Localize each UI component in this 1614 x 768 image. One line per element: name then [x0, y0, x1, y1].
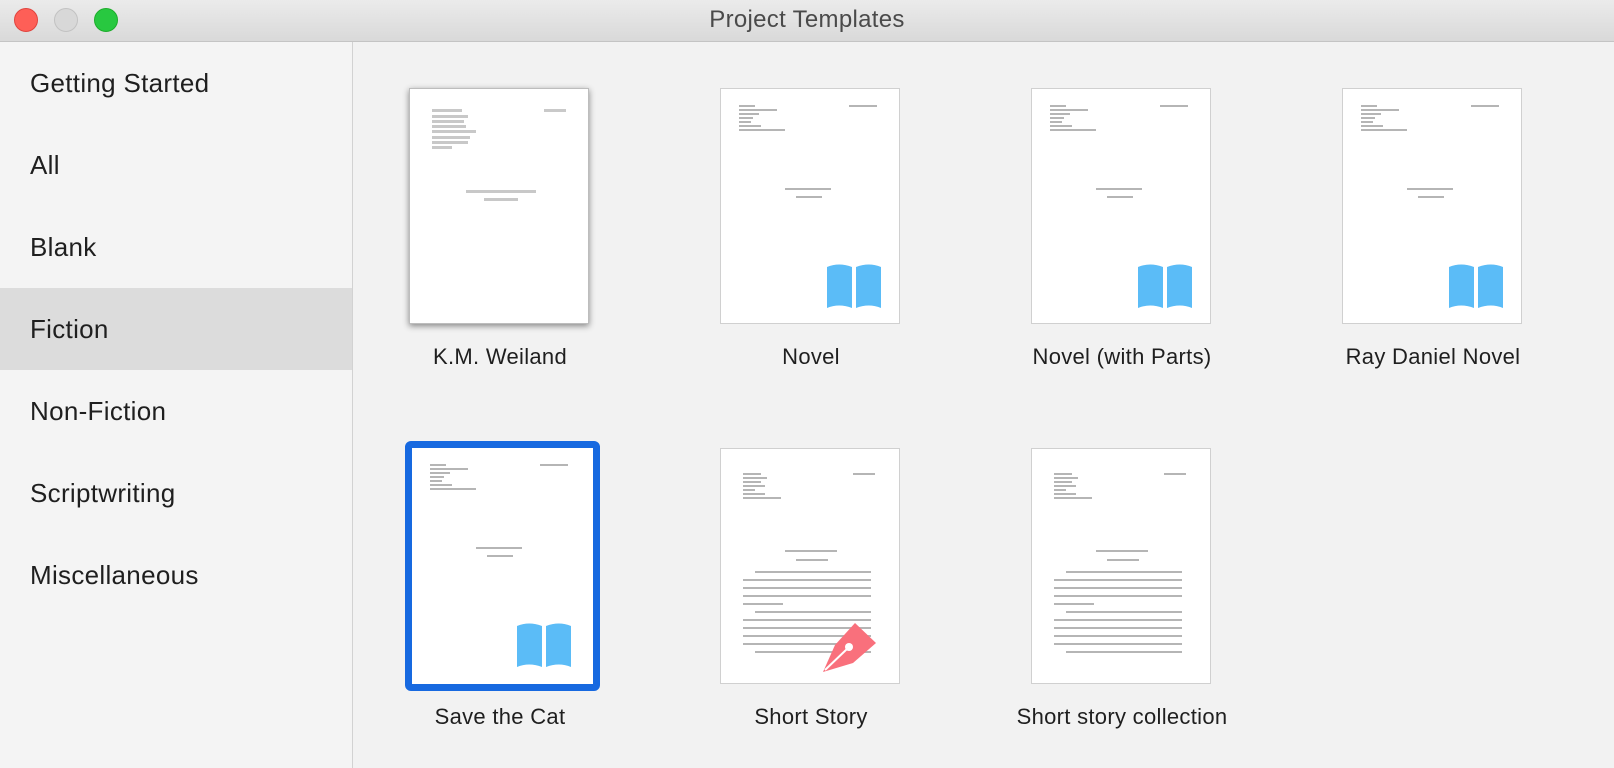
template-thumbnail: [1031, 88, 1211, 324]
sidebar-item-label: Scriptwriting: [30, 477, 176, 508]
template-thumbnail: [409, 88, 589, 324]
sidebar-item-label: All: [30, 149, 60, 180]
book-icon: [1138, 264, 1192, 308]
sidebar-item-getting-started[interactable]: Getting Started: [0, 42, 352, 124]
template-tile-ray-daniel-novel[interactable]: Ray Daniel Novel: [1288, 88, 1578, 408]
sidebar-item-miscellaneous[interactable]: Miscellaneous: [0, 534, 352, 616]
sidebar-item-blank[interactable]: Blank: [0, 206, 352, 288]
template-thumbnail: [720, 448, 900, 684]
sidebar-item-label: Getting Started: [30, 67, 210, 98]
template-tile-short-story-collection[interactable]: Short story collection: [977, 448, 1267, 768]
category-sidebar: Getting Started All Blank Fiction Non-Fi…: [0, 42, 353, 768]
template-thumbnail: [720, 88, 900, 324]
sidebar-item-label: Non-Fiction: [30, 395, 167, 426]
template-tile-novel[interactable]: Novel: [666, 88, 956, 408]
template-label: Ray Daniel Novel: [1345, 344, 1521, 369]
template-label: Save the Cat: [434, 704, 566, 729]
template-label: Novel (with Parts): [1032, 344, 1212, 369]
window-title: Project Templates: [709, 6, 905, 33]
sidebar-item-non-fiction[interactable]: Non-Fiction: [0, 370, 352, 452]
template-label: Short story collection: [1016, 704, 1228, 729]
template-grid: K.M. Weiland Novel Novel (with Parts) Ra…: [353, 42, 1614, 768]
template-thumbnail-selected: [405, 441, 600, 691]
title-bar: Project Templates: [0, 0, 1614, 42]
template-tile-novel-with-parts[interactable]: Novel (with Parts): [977, 88, 1267, 408]
template-label: Novel: [782, 344, 840, 369]
sidebar-item-all[interactable]: All: [0, 124, 352, 206]
book-icon: [827, 264, 881, 308]
book-icon: [1449, 264, 1503, 308]
sidebar-item-fiction[interactable]: Fiction: [0, 288, 352, 370]
template-tile-save-the-cat[interactable]: Save the Cat: [355, 441, 645, 768]
template-label: K.M. Weiland: [432, 344, 568, 369]
blurred-manuscript-preview: [432, 109, 566, 201]
template-thumbnail: [1342, 88, 1522, 324]
book-icon: [517, 623, 571, 667]
template-label: Short Story: [754, 704, 868, 729]
sidebar-item-label: Blank: [30, 231, 97, 262]
template-tile-km-weiland[interactable]: K.M. Weiland: [355, 88, 645, 408]
sidebar-item-label: Fiction: [30, 313, 109, 344]
template-tile-short-story[interactable]: Short Story: [666, 448, 956, 768]
template-thumbnail: [1031, 448, 1211, 684]
sidebar-item-scriptwriting[interactable]: Scriptwriting: [0, 452, 352, 534]
sidebar-item-label: Miscellaneous: [30, 559, 199, 590]
pen-icon: [823, 623, 876, 672]
manuscript-preview: [1054, 473, 1186, 653]
